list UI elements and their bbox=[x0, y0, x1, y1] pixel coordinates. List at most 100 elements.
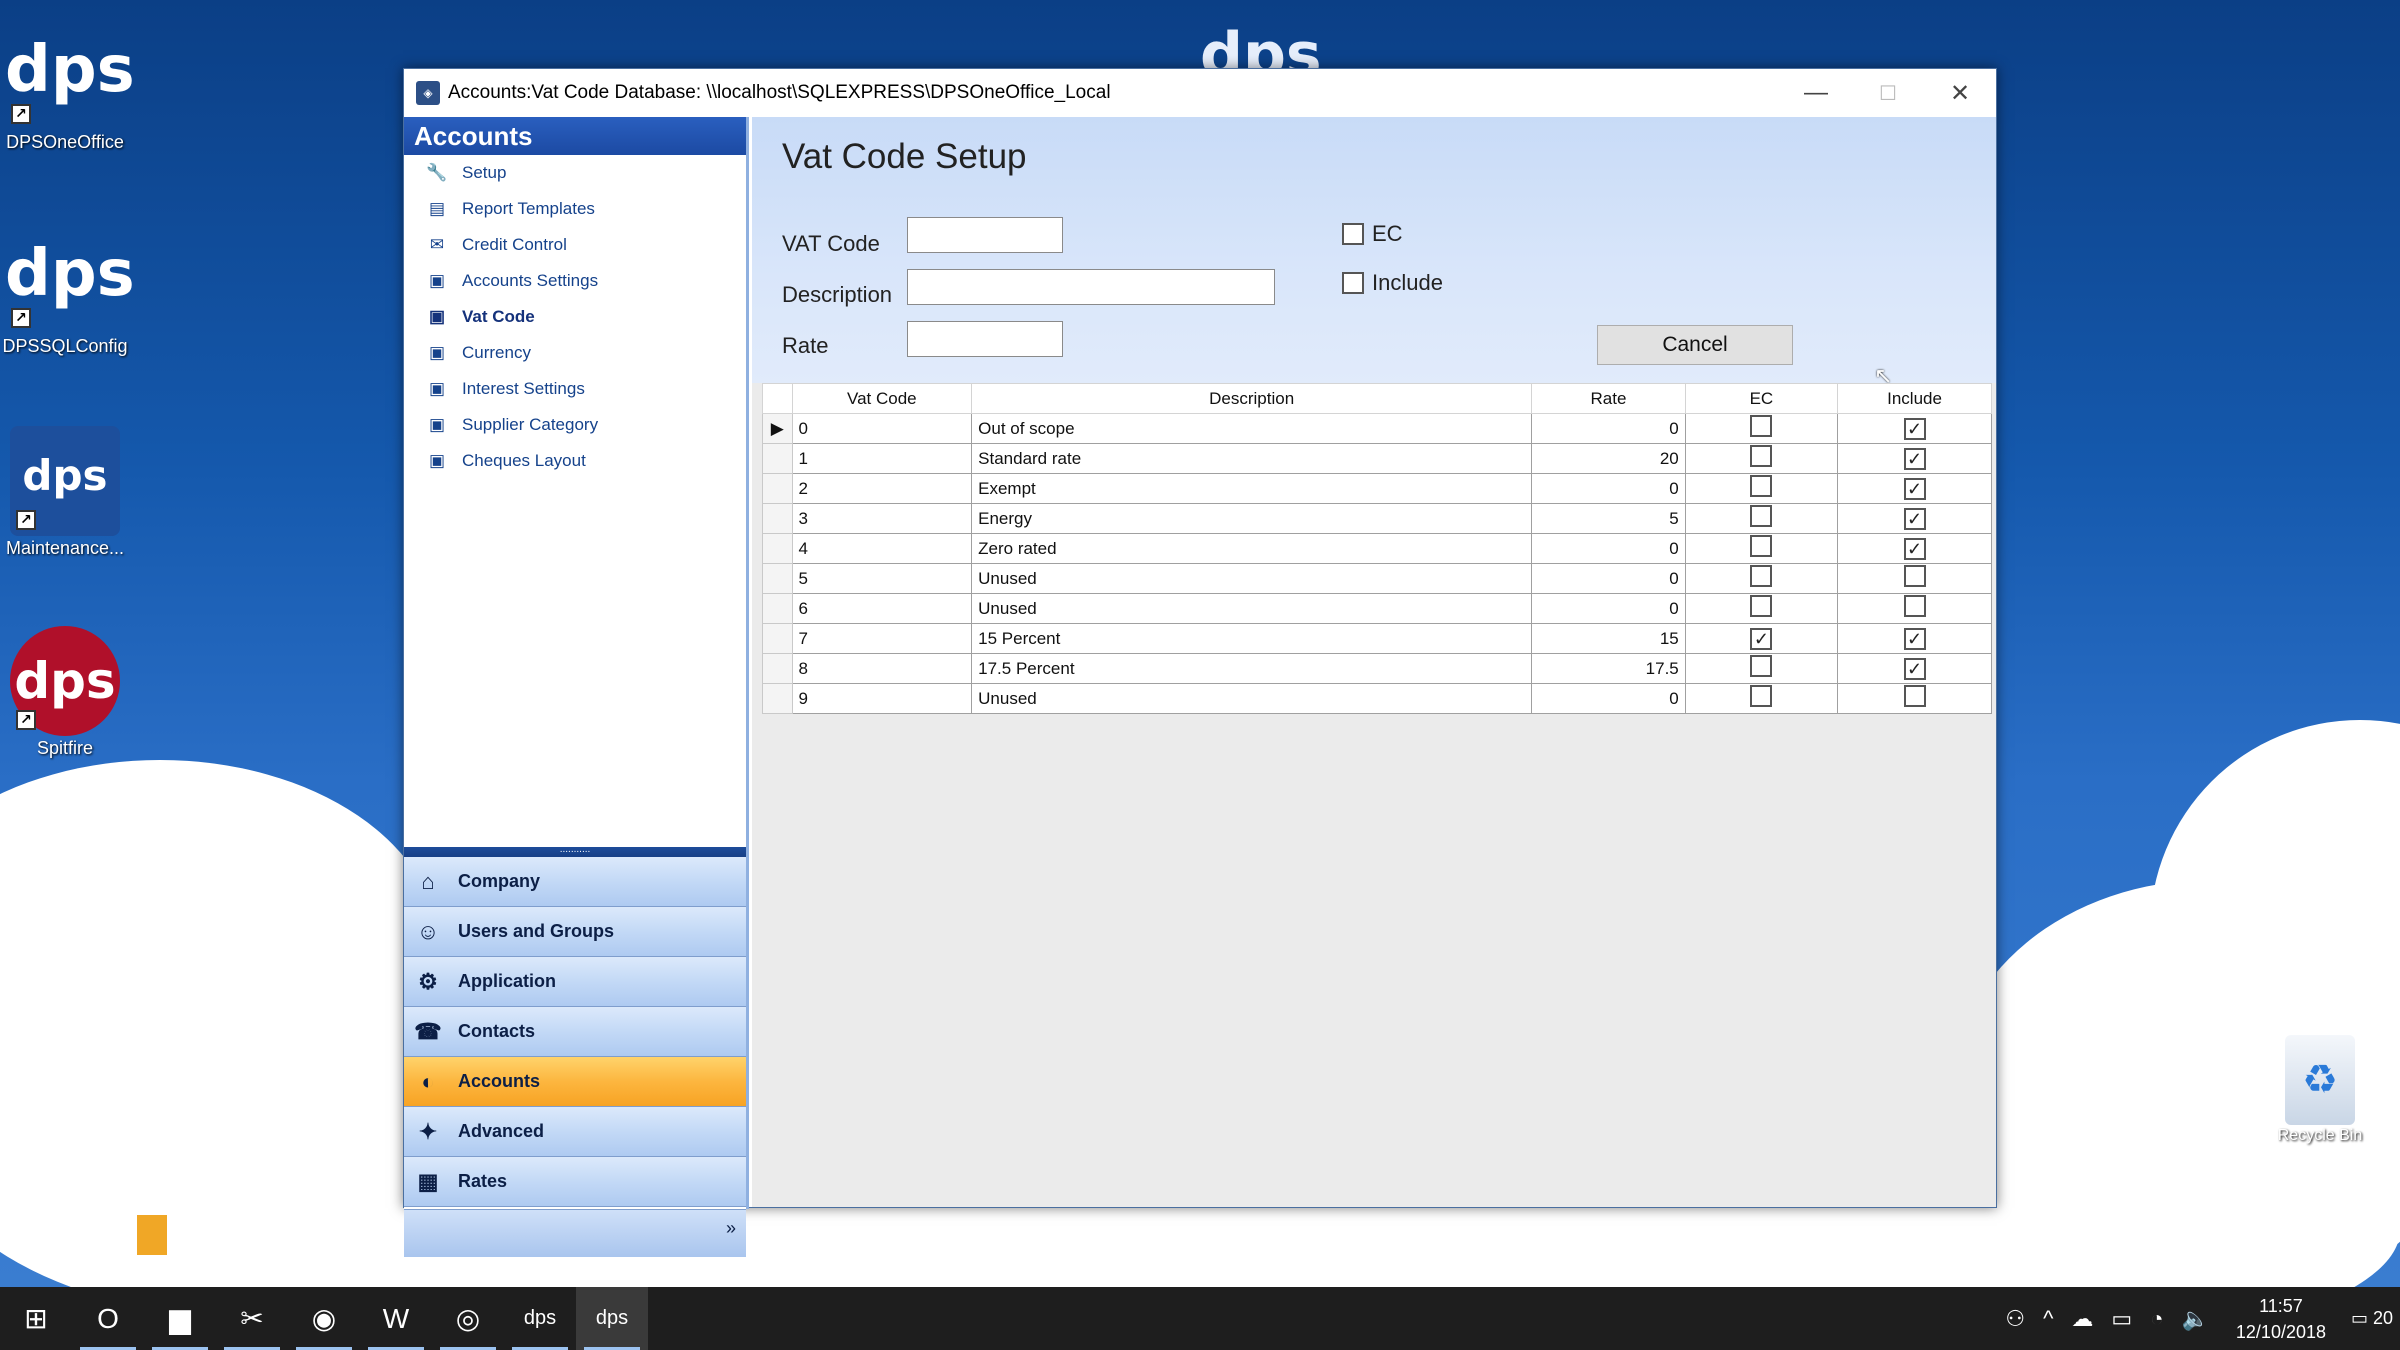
vat-code-grid[interactable]: Vat Code Description Rate EC Include ▶ 0 Out o… bbox=[762, 383, 1992, 714]
unchecked-checkbox-icon[interactable] bbox=[1750, 595, 1773, 617]
table-row[interactable]: 4 Zero rated 0 ✓ bbox=[762, 533, 1992, 564]
title-bar[interactable]: ◈ Accounts:Vat Code Database: \\localhos… bbox=[404, 69, 1996, 117]
unchecked-checkbox-icon[interactable] bbox=[1750, 655, 1773, 677]
wifi-icon[interactable]: ◔ bbox=[2150, 1306, 2163, 1332]
unchecked-checkbox-icon[interactable] bbox=[1750, 415, 1773, 437]
ec-cell[interactable]: ✓ bbox=[1684, 623, 1839, 654]
nav-item-vat-code[interactable]: ▣ Vat Code bbox=[404, 299, 746, 335]
checked-checkbox-icon[interactable]: ✓ bbox=[1903, 417, 1926, 440]
include-cell[interactable]: ✓ bbox=[1837, 503, 1992, 534]
notification-center-button[interactable]: ▭ 20 bbox=[2344, 1308, 2400, 1329]
column-header-ec[interactable]: EC bbox=[1684, 383, 1839, 414]
table-row[interactable]: ▶ 0 Out of scope 0 ✓ bbox=[762, 413, 1992, 444]
ec-cell[interactable] bbox=[1684, 683, 1839, 714]
row-header[interactable] bbox=[762, 623, 793, 654]
nav-group-users-and-groups[interactable]: ☺ Users and Groups bbox=[404, 907, 746, 957]
vat-code-input[interactable] bbox=[907, 217, 1063, 253]
include-cell[interactable] bbox=[1837, 683, 1992, 714]
volume-icon[interactable]: 🔈 bbox=[2182, 1306, 2209, 1332]
table-row[interactable]: 3 Energy 5 ✓ bbox=[762, 503, 1992, 534]
nav-item-report-templates[interactable]: ▤ Report Templates bbox=[404, 191, 746, 227]
word-app[interactable]: W bbox=[360, 1287, 432, 1350]
ec-checkbox[interactable]: EC bbox=[1342, 221, 1403, 247]
unchecked-checkbox-icon[interactable] bbox=[1903, 565, 1926, 587]
file-explorer-app[interactable]: ▆ bbox=[144, 1287, 216, 1350]
include-cell[interactable] bbox=[1837, 563, 1992, 594]
column-header-description[interactable]: Description bbox=[971, 383, 1533, 414]
dps-config-app[interactable]: dps bbox=[576, 1287, 648, 1350]
row-header[interactable] bbox=[762, 533, 793, 564]
row-header[interactable] bbox=[762, 503, 793, 534]
nav-item-accounts-settings[interactable]: ▣ Accounts Settings bbox=[404, 263, 746, 299]
nav-group-advanced[interactable]: ✦ Advanced bbox=[404, 1107, 746, 1157]
onedrive-icon[interactable]: ☁ bbox=[2071, 1306, 2093, 1332]
desktop-icon-maintenance[interactable]: dps ↗ Maintenance... bbox=[0, 426, 130, 559]
nav-group-rates[interactable]: ▦ Rates bbox=[404, 1157, 746, 1207]
include-cell[interactable]: ✓ bbox=[1837, 653, 1992, 684]
include-cell[interactable]: ✓ bbox=[1837, 473, 1992, 504]
nav-item-cheques-layout[interactable]: ▣ Cheques Layout bbox=[404, 443, 746, 479]
nav-item-credit-control[interactable]: ✉ Credit Control bbox=[404, 227, 746, 263]
rate-input[interactable] bbox=[907, 321, 1063, 357]
include-cell[interactable]: ✓ bbox=[1837, 413, 1992, 444]
maximize-button[interactable]: ☐ bbox=[1852, 69, 1924, 117]
ec-cell[interactable] bbox=[1684, 443, 1839, 474]
nav-item-interest-settings[interactable]: ▣ Interest Settings bbox=[404, 371, 746, 407]
ec-cell[interactable] bbox=[1684, 593, 1839, 624]
unchecked-checkbox-icon[interactable] bbox=[1750, 475, 1773, 497]
description-input[interactable] bbox=[907, 269, 1275, 305]
cancel-button[interactable]: Cancel bbox=[1597, 325, 1793, 365]
ec-cell[interactable] bbox=[1684, 563, 1839, 594]
checked-checkbox-icon[interactable]: ✓ bbox=[1903, 657, 1926, 680]
dps-app[interactable]: dps bbox=[504, 1287, 576, 1350]
nav-group-contacts[interactable]: ☎ Contacts bbox=[404, 1007, 746, 1057]
table-row[interactable]: 1 Standard rate 20 ✓ bbox=[762, 443, 1992, 474]
people-icon[interactable]: ⚇ bbox=[2005, 1306, 2025, 1332]
unchecked-checkbox-icon[interactable] bbox=[1750, 445, 1773, 467]
splitter-grip[interactable]: ........... bbox=[404, 845, 746, 857]
unchecked-checkbox-icon[interactable] bbox=[1903, 685, 1926, 707]
battery-icon[interactable]: ▭ bbox=[2111, 1306, 2132, 1332]
snip-app[interactable]: ✂ bbox=[216, 1287, 288, 1350]
nav-footer[interactable]: » bbox=[404, 1209, 746, 1257]
nav-item-setup[interactable]: 🔧 Setup bbox=[404, 155, 746, 191]
desktop-icon-dpssqlconfig[interactable]: dps ↗ DPSSQLConfig bbox=[0, 224, 134, 357]
checked-checkbox-icon[interactable]: ✓ bbox=[1903, 477, 1926, 500]
nav-item-currency[interactable]: ▣ Currency bbox=[404, 335, 746, 371]
nav-group-application[interactable]: ⚙ Application bbox=[404, 957, 746, 1007]
row-header[interactable] bbox=[762, 443, 793, 474]
nav-item-supplier-category[interactable]: ▣ Supplier Category bbox=[404, 407, 746, 443]
checked-checkbox-icon[interactable]: ✓ bbox=[1903, 447, 1926, 470]
chevron-down-icon[interactable]: » bbox=[726, 1218, 736, 1239]
nav-group-company[interactable]: ⌂ Company bbox=[404, 857, 746, 907]
obs-app[interactable]: ◎ bbox=[432, 1287, 504, 1350]
ec-cell[interactable] bbox=[1684, 473, 1839, 504]
include-cell[interactable]: ✓ bbox=[1837, 623, 1992, 654]
include-cell[interactable] bbox=[1837, 593, 1992, 624]
table-row[interactable]: 9 Unused 0 bbox=[762, 683, 1992, 714]
desktop-icon-recycle-bin[interactable]: ♻ Recycle Bin bbox=[2260, 1035, 2380, 1145]
include-checkbox-box[interactable] bbox=[1342, 272, 1364, 294]
unchecked-checkbox-icon[interactable] bbox=[1903, 595, 1926, 617]
column-header-include[interactable]: Include bbox=[1837, 383, 1992, 414]
checked-checkbox-icon[interactable]: ✓ bbox=[1903, 627, 1926, 650]
table-row[interactable]: 8 17.5 Percent 17.5 ✓ bbox=[762, 653, 1992, 684]
unchecked-checkbox-icon[interactable] bbox=[1750, 535, 1773, 557]
chrome-app[interactable]: ◉ bbox=[288, 1287, 360, 1350]
minimize-button[interactable]: — bbox=[1780, 69, 1852, 117]
include-cell[interactable]: ✓ bbox=[1837, 443, 1992, 474]
ec-cell[interactable] bbox=[1684, 653, 1839, 684]
column-header-rate[interactable]: Rate bbox=[1531, 383, 1686, 414]
desktop-icon-spitfire[interactable]: dps ↗ Spitfire bbox=[0, 626, 130, 759]
ec-cell[interactable] bbox=[1684, 413, 1839, 444]
table-row[interactable]: 2 Exempt 0 ✓ bbox=[762, 473, 1992, 504]
nav-group-accounts[interactable]: ◐ Accounts bbox=[404, 1057, 746, 1107]
include-cell[interactable]: ✓ bbox=[1837, 533, 1992, 564]
row-header[interactable]: ▶ bbox=[762, 413, 793, 444]
checked-checkbox-icon[interactable]: ✓ bbox=[1750, 627, 1773, 650]
unchecked-checkbox-icon[interactable] bbox=[1750, 565, 1773, 587]
table-row[interactable]: 6 Unused 0 bbox=[762, 593, 1992, 624]
row-header[interactable] bbox=[762, 683, 793, 714]
checked-checkbox-icon[interactable]: ✓ bbox=[1903, 507, 1926, 530]
close-button[interactable]: ✕ bbox=[1924, 69, 1996, 117]
